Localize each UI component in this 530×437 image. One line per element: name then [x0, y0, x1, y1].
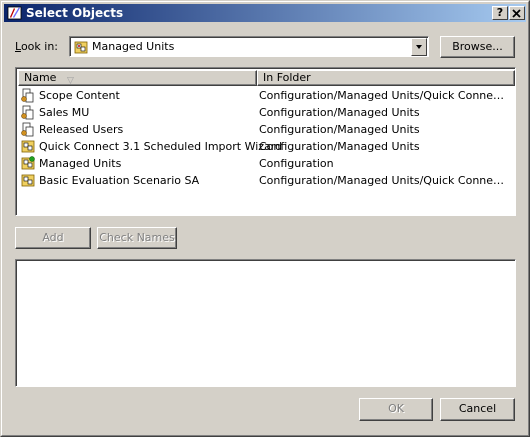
- look-in-label: Look in:: [15, 40, 58, 53]
- look-in-value: Managed Units: [92, 40, 175, 53]
- row-name: Basic Evaluation Scenario SA: [39, 174, 200, 187]
- add-label: Add: [42, 231, 64, 244]
- add-button[interactable]: Add: [15, 227, 91, 249]
- row-folder: Configuration/Managed Units: [259, 140, 420, 153]
- check-names-label: Check Names: [99, 231, 175, 244]
- look-in-combobox[interactable]: Managed Units: [69, 36, 429, 57]
- chevron-down-icon[interactable]: [411, 38, 427, 56]
- title-bar[interactable]: Select Objects ?: [4, 4, 526, 22]
- row-folder: Configuration/Managed Units: [259, 123, 420, 136]
- dialog-title: Select Objects: [26, 6, 124, 20]
- row-folder: Configuration/Managed Units/Quick Connec…: [259, 89, 509, 102]
- sort-descending-icon: ▽: [67, 76, 74, 86]
- list-item[interactable]: Sales MU Configuration/Managed Units: [18, 104, 514, 121]
- managed-unit-icon: [21, 140, 35, 153]
- row-name: Managed Units: [39, 157, 122, 170]
- select-objects-app-icon: [7, 6, 22, 20]
- managed-units-container-icon: [74, 41, 88, 54]
- row-folder: Configuration/Managed Units/Quick Connec…: [259, 174, 509, 187]
- column-header-in-folder-label: In Folder: [263, 71, 311, 84]
- check-names-button[interactable]: Check Names: [97, 227, 177, 249]
- selected-objects-box[interactable]: [15, 259, 516, 387]
- browse-button[interactable]: Browse...: [440, 36, 515, 58]
- list-item[interactable]: Scope Content Configuration/Managed Unit…: [18, 87, 514, 104]
- cancel-label: Cancel: [458, 402, 497, 415]
- managed-units-container-icon: [21, 156, 35, 170]
- list-item[interactable]: Released Users Configuration/Managed Uni…: [18, 121, 514, 138]
- row-folder: Configuration/Managed Units: [259, 106, 420, 119]
- policy-object-icon: [21, 88, 34, 103]
- browse-label: Browse...: [452, 40, 503, 53]
- cancel-button[interactable]: Cancel: [440, 398, 515, 421]
- ok-button[interactable]: OK: [359, 398, 433, 421]
- help-button[interactable]: ?: [492, 6, 508, 20]
- policy-object-icon: [21, 122, 34, 137]
- list-item[interactable]: Managed Units Configuration: [18, 155, 514, 172]
- column-header-in-folder[interactable]: In Folder: [257, 70, 515, 86]
- list-item[interactable]: Basic Evaluation Scenario SA Configurati…: [18, 172, 514, 189]
- close-button[interactable]: [509, 6, 525, 20]
- list-item[interactable]: Quick Connect 3.1 Scheduled Import Wizar…: [18, 138, 514, 155]
- row-name: Quick Connect 3.1 Scheduled Import Wizar…: [39, 140, 283, 153]
- look-in-label-text: ook in:: [20, 40, 58, 53]
- row-folder: Configuration: [259, 157, 334, 170]
- managed-unit-icon: [21, 174, 35, 187]
- ok-label: OK: [388, 402, 404, 415]
- row-name: Scope Content: [39, 89, 120, 102]
- policy-object-icon: [21, 105, 34, 120]
- row-name: Sales MU: [39, 106, 90, 119]
- objects-listview[interactable]: Name ▽ In Folder Scope Content Configura…: [15, 67, 516, 216]
- select-objects-dialog: Select Objects ? Look in: Managed Units …: [0, 0, 530, 437]
- list-header: Name ▽ In Folder: [18, 70, 515, 86]
- column-header-name-label: Name: [24, 71, 57, 84]
- column-header-name[interactable]: Name ▽: [18, 70, 257, 86]
- row-name: Released Users: [39, 123, 124, 136]
- close-icon: [512, 9, 521, 18]
